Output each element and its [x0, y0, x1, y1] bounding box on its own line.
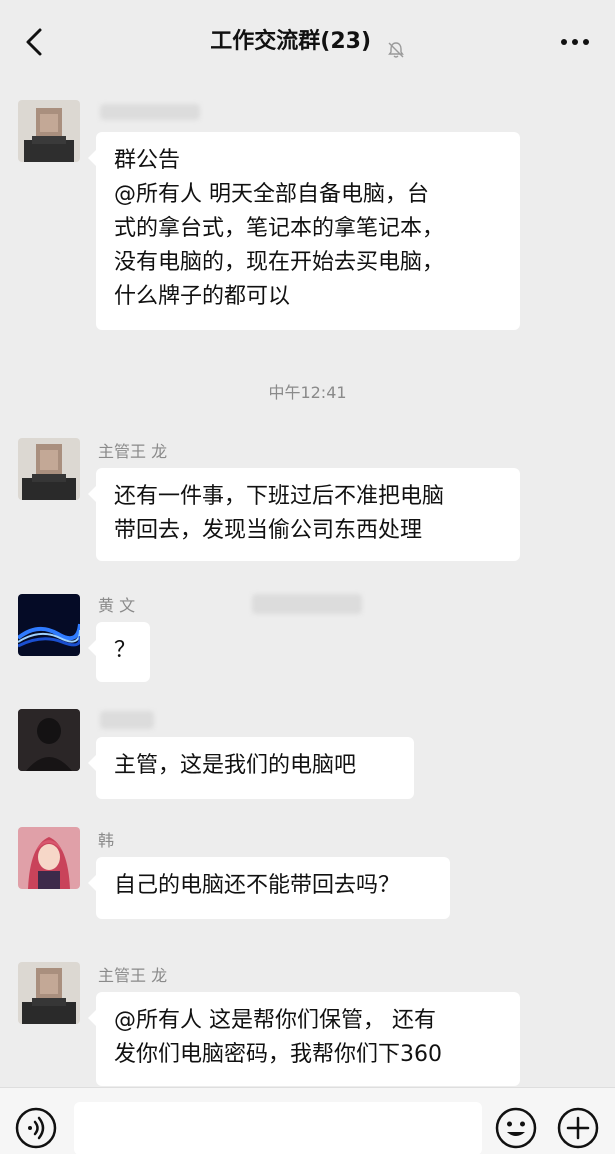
avatar[interactable]: [18, 962, 80, 1024]
sender-name-blurred: [100, 711, 154, 729]
message-line: ？: [114, 638, 137, 663]
message-line: @所有人 这是帮你们保管， 还有: [114, 1008, 436, 1033]
message-line: 式的拿台式，笔记本的拿笔记本，: [114, 216, 445, 241]
chat-title-wrap: 工作交流群(23): [0, 22, 615, 62]
sender-name: 黄 文: [98, 596, 136, 615]
emoji-icon[interactable]: [494, 1106, 538, 1150]
timestamp: 中午12:41: [268, 383, 347, 402]
message-bubble[interactable]: @所有人 这是帮你们保管， 还有 发你们电脑密码，我帮你们下360: [88, 992, 520, 1086]
bell-muted-icon: [387, 33, 405, 58]
blurred-text: [252, 594, 362, 614]
message-line: 什么牌子的都可以: [114, 284, 291, 309]
avatar[interactable]: [18, 709, 80, 771]
avatar[interactable]: [18, 594, 80, 656]
message-bubble[interactable]: 群公告 @所有人 明天全部自备电脑，台 式的拿台式，笔记本的拿笔记本， 没有电脑…: [88, 132, 520, 330]
message-line: 主管，这是我们的电脑吧: [114, 753, 357, 778]
voice-icon[interactable]: [14, 1106, 58, 1150]
sender-name: 主管王 龙: [98, 966, 168, 985]
message-line: @所有人 明天全部自备电脑，台: [114, 182, 429, 207]
message-bubble[interactable]: ？: [88, 622, 150, 682]
avatar[interactable]: [18, 438, 80, 500]
message-bubble[interactable]: 主管，这是我们的电脑吧: [88, 737, 414, 799]
message-line: 没有电脑的，现在开始去买电脑，: [114, 250, 445, 275]
message-line: 带回去，发现当偷公司东西处理: [114, 518, 423, 543]
plus-icon[interactable]: [556, 1106, 600, 1150]
message-line: 发你们电脑密码，我帮你们下360: [114, 1042, 442, 1067]
message-bubble[interactable]: 还有一件事，下班过后不准把电脑 带回去，发现当偷公司东西处理: [88, 468, 520, 561]
more-dots-icon[interactable]: [557, 28, 593, 56]
chat-screen: 工作交流群(23) 群公告 @所有人 明天全部自备电脑，台 式的拿台式，笔记本的…: [0, 0, 615, 1154]
sender-name-blurred: [100, 104, 200, 120]
avatar[interactable]: [18, 100, 80, 162]
sender-name: 韩: [98, 831, 115, 850]
avatar[interactable]: [18, 827, 80, 889]
message-line: 自己的电脑还不能带回去吗？: [114, 873, 401, 898]
top-bar: 工作交流群(23): [0, 0, 615, 82]
message-bubble[interactable]: 自己的电脑还不能带回去吗？: [88, 857, 450, 919]
chat-messages[interactable]: 群公告 @所有人 明天全部自备电脑，台 式的拿台式，笔记本的拿笔记本， 没有电脑…: [0, 82, 615, 1087]
sender-name: 主管王 龙: [98, 442, 168, 461]
chat-title: 工作交流群(23): [210, 29, 372, 54]
message-line: 群公告: [114, 148, 181, 173]
input-bar: [0, 1087, 615, 1154]
message-line: 还有一件事，下班过后不准把电脑: [114, 484, 445, 509]
message-input[interactable]: [74, 1102, 482, 1154]
